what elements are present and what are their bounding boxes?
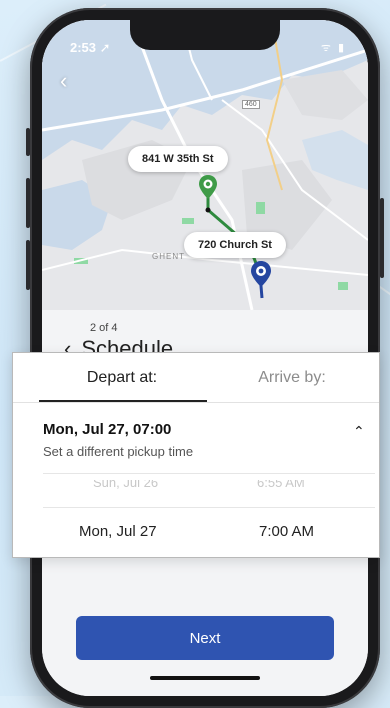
highway-badge: 460 <box>242 100 260 109</box>
status-time: 2:53 ➚ <box>70 40 111 55</box>
pickup-address-label[interactable]: 841 W 35th St <box>128 146 228 172</box>
selected-pickup-time[interactable]: Mon, Jul 27, 07:00 <box>43 421 171 438</box>
phone-notch <box>130 20 280 50</box>
status-icons: ᯤ ▮ <box>320 42 346 54</box>
tab-arrive-by[interactable]: Arrive by: <box>209 369 375 387</box>
area-label: GHENT <box>152 252 185 261</box>
step-indicator: 2 of 4 <box>90 322 118 334</box>
divider <box>43 473 375 474</box>
time-picker-panel: Depart at: Arrive by: Mon, Jul 27, 07:00… <box>12 352 380 558</box>
back-button[interactable]: ‹ <box>60 70 82 92</box>
mode-tabs: Depart at: Arrive by: <box>13 353 379 403</box>
tab-divider <box>13 402 379 403</box>
phone-silent-switch <box>26 128 30 156</box>
divider <box>43 507 375 508</box>
dropoff-address-label[interactable]: 720 Church St <box>184 232 286 258</box>
pickup-pin-icon[interactable] <box>198 174 218 200</box>
pickup-time-helper: Set a different pickup time <box>43 444 194 459</box>
chevron-left-icon: ‹ <box>60 68 68 93</box>
next-button[interactable]: Next <box>76 616 334 660</box>
wheel-date[interactable]: Mon, Jul 27 <box>79 523 157 540</box>
phone-volume-down <box>26 240 30 290</box>
phone-power-button <box>380 198 384 278</box>
dropoff-pin-icon[interactable] <box>250 260 272 288</box>
home-indicator <box>150 676 260 680</box>
route-map[interactable]: 2:53 ➚ ᯤ ▮ ‹ 460 GHENT 841 W 35th St 720… <box>42 20 368 310</box>
tab-depart-at[interactable]: Depart at: <box>39 369 205 387</box>
wheel-prev-time[interactable]: 6:55 AM <box>257 480 305 492</box>
chevron-up-icon[interactable]: ⌃ <box>353 423 365 440</box>
phone-volume-up <box>26 178 30 228</box>
wheel-prev-date[interactable]: Sun, Jul 26 <box>93 480 158 492</box>
wheel-time[interactable]: 7:00 AM <box>259 523 314 540</box>
